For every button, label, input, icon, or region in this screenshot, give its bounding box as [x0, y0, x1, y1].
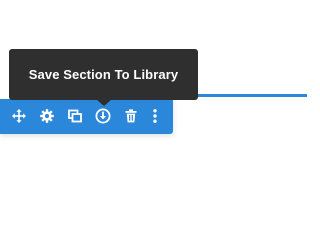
gear-icon: [40, 109, 54, 123]
tooltip: Save Section To Library: [9, 49, 198, 100]
page-canvas: Save Section To Library: [0, 0, 307, 247]
tooltip-arrow: [97, 100, 111, 106]
save-to-library-button[interactable]: [94, 107, 112, 125]
move-button[interactable]: [10, 107, 28, 125]
tooltip-text: Save Section To Library: [28, 67, 179, 82]
duplicate-button[interactable]: [66, 107, 84, 125]
move-icon: [12, 109, 26, 123]
save-to-library-icon: [95, 108, 111, 124]
more-options-icon: [153, 109, 157, 123]
section-toolbar: [0, 99, 173, 134]
delete-button[interactable]: [122, 107, 140, 125]
trash-icon: [125, 109, 137, 123]
more-options-button[interactable]: [146, 107, 164, 125]
duplicate-icon: [68, 109, 82, 123]
settings-button[interactable]: [38, 107, 56, 125]
